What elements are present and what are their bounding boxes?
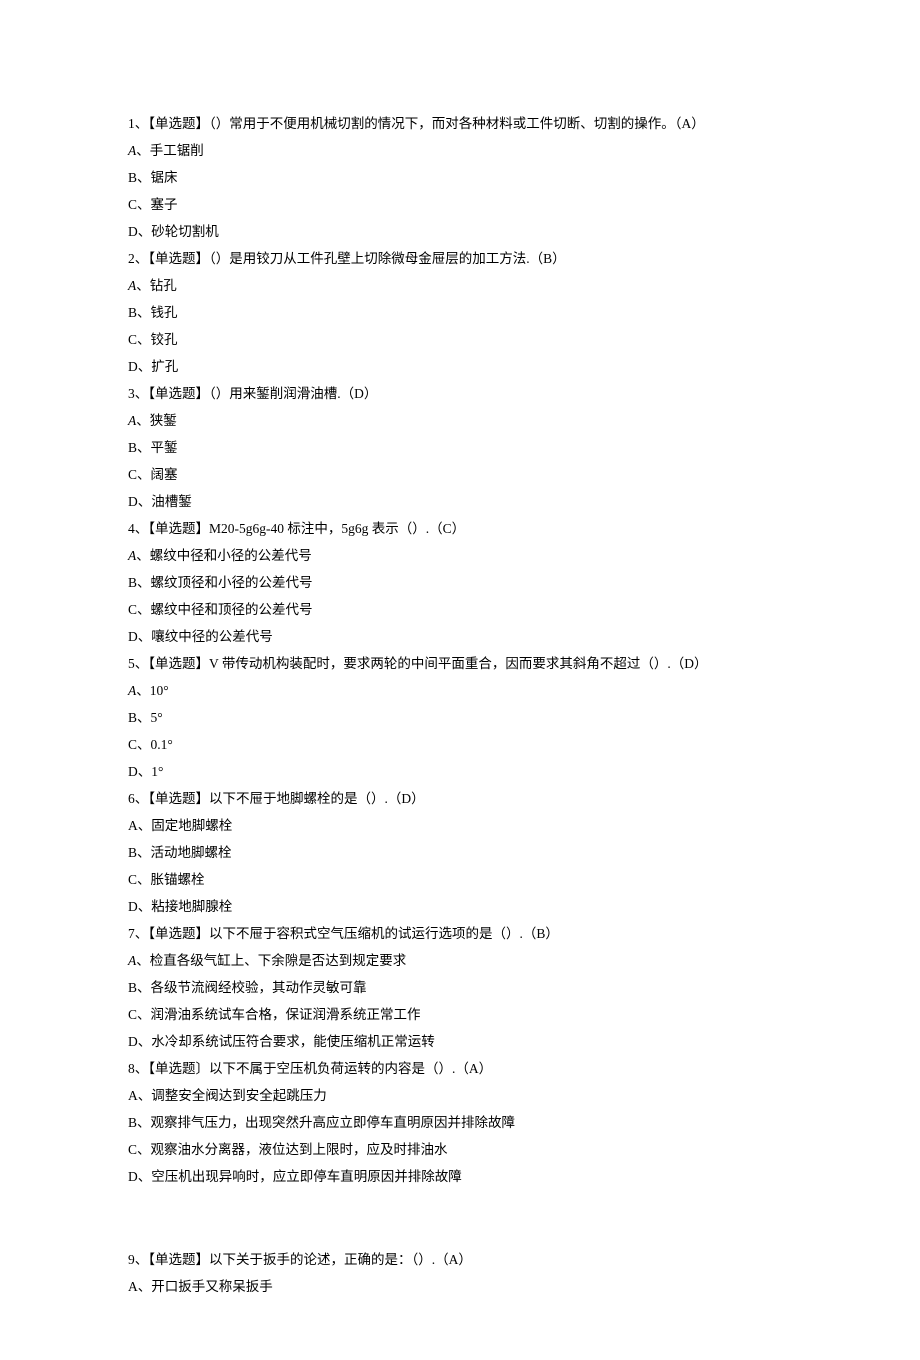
q3-option-d: D、油槽錾	[128, 488, 802, 515]
q4-stem: 4、【单选题】M20-5g6g-40 标注中，5g6g 表示（）.（C）	[128, 515, 802, 542]
option-letter-a: A	[128, 548, 136, 563]
q6-option-a: A、固定地脚螺栓	[128, 812, 802, 839]
document-page: 1、【单选题】（）常用于不便用机械切割的情况下，而对各种材料或工件切断、切割的操…	[0, 0, 920, 1360]
q4-option-b: B、螺纹顶径和小径的公差代号	[128, 569, 802, 596]
option-letter-a: A	[128, 683, 136, 698]
q2-option-c: C、铰孔	[128, 326, 802, 353]
q4-option-c: C、螺纹中径和顶径的公差代号	[128, 596, 802, 623]
option-letter-a: A	[128, 278, 136, 293]
q1-option-a: A、手工锯削	[128, 137, 802, 164]
q5-option-d: D、1°	[128, 758, 802, 785]
q3-option-a: A、狭錾	[128, 407, 802, 434]
q6-stem: 6、【单选题】以下不屉于地脚螺栓的是（）.（D）	[128, 785, 802, 812]
q6-option-b: B、活动地脚螺栓	[128, 839, 802, 866]
q7-option-b: B、各级节流阀经校验，其动作灵敏可靠	[128, 974, 802, 1001]
q2-option-d: D、扩孔	[128, 353, 802, 380]
option-letter-a: A	[128, 143, 136, 158]
q1-stem: 1、【单选题】（）常用于不便用机械切割的情况下，而对各种材料或工件切断、切割的操…	[128, 110, 802, 137]
q7-option-c: C、润滑油系统试车合格，保证润滑系统正常工作	[128, 1001, 802, 1028]
option-text: 、手工锯削	[136, 143, 204, 158]
q5-option-c: C、0.1°	[128, 731, 802, 758]
section-gap	[128, 1190, 802, 1246]
q6-option-c: C、胀锚螺栓	[128, 866, 802, 893]
q7-option-a: A、检直各级气缸上、下余隙是否达到规定要求	[128, 947, 802, 974]
option-text: 、狭錾	[136, 413, 177, 428]
option-text: 、10°	[136, 683, 168, 698]
option-text: 、钻孔	[136, 278, 177, 293]
q5-stem: 5、【单选题】V 带传动机构装配时，要求两轮的中间平面重合，因而要求其斜角不超过…	[128, 650, 802, 677]
q3-stem: 3、【单选题】（）用来錾削润滑油槽.（D）	[128, 380, 802, 407]
q9-option-a: A、开口扳手又称呆扳手	[128, 1273, 802, 1300]
q8-option-a: A、调整安全阀达到安全起跳压力	[128, 1082, 802, 1109]
q1-option-c: C、塞子	[128, 191, 802, 218]
q8-option-c: C、观察油水分离器，液位达到上限时，应及时排油水	[128, 1136, 802, 1163]
q8-option-d: D、空压机出现异响时，应立即停车直明原因并排除故障	[128, 1163, 802, 1190]
q2-option-a: A、钻孔	[128, 272, 802, 299]
option-text: 、检直各级气缸上、下余隙是否达到规定要求	[136, 953, 406, 968]
q6-option-d: D、粘接地脚腺栓	[128, 893, 802, 920]
q2-stem: 2、【单选题】（）是用铰刀从工件孔壁上切除微母金屉层的加工方法.（B）	[128, 245, 802, 272]
q3-option-c: C、阔塞	[128, 461, 802, 488]
q9-stem: 9、【单选题】以下关于扳手的论述，正确的是：（）.（A）	[128, 1246, 802, 1273]
q1-option-d: D、砂轮切割机	[128, 218, 802, 245]
q5-option-a: A、10°	[128, 677, 802, 704]
q4-option-a: A、螺纹中径和小径的公差代号	[128, 542, 802, 569]
q2-option-b: B、钱孔	[128, 299, 802, 326]
q8-option-b: B、观察排气压力，出现突然升高应立即停车直明原因并排除故障	[128, 1109, 802, 1136]
q3-option-b: B、平錾	[128, 434, 802, 461]
option-letter-a: A	[128, 413, 136, 428]
q5-option-b: B、5°	[128, 704, 802, 731]
option-text: 、螺纹中径和小径的公差代号	[136, 548, 312, 563]
q7-stem: 7、【单选题】以下不屉于容积式空气压缩机的试运行选项的是（）.（B）	[128, 920, 802, 947]
q7-option-d: D、水冷却系统试压符合要求，能使压缩机正常运转	[128, 1028, 802, 1055]
option-letter-a: A	[128, 953, 136, 968]
q1-option-b: B、锯床	[128, 164, 802, 191]
q8-stem: 8、【单选题〕以下不属于空压机负荷运转的内容是（）.（A）	[128, 1055, 802, 1082]
q4-option-d: D、嚷纹中径的公差代号	[128, 623, 802, 650]
